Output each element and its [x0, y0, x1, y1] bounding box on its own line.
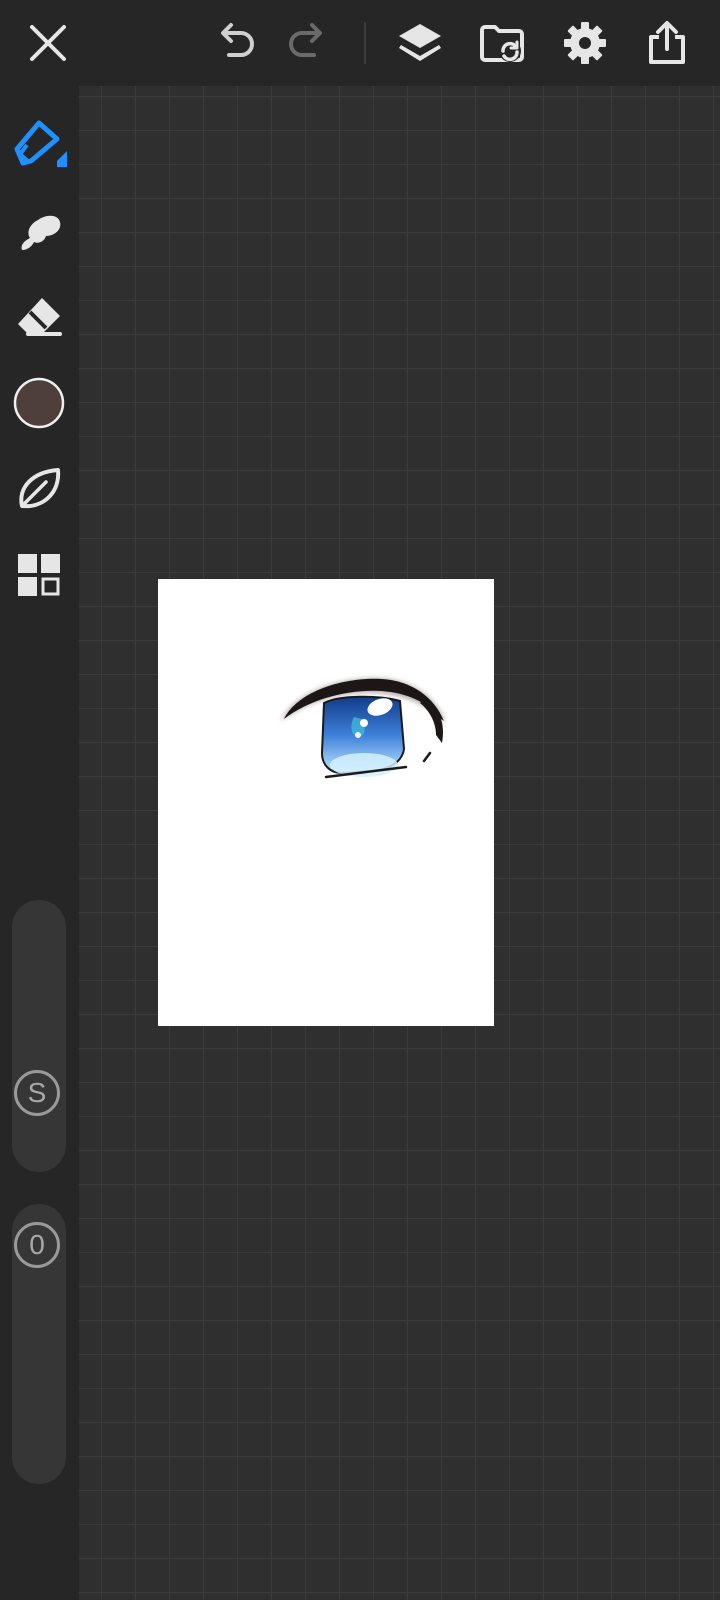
pen-nib-icon — [14, 120, 67, 167]
brush-size-label: S — [27, 1077, 47, 1108]
toolbar-divider — [364, 22, 366, 64]
eraser-tool-button[interactable] — [8, 286, 70, 348]
brush-library-button[interactable] — [8, 458, 70, 520]
share-icon — [649, 21, 685, 64]
color-swatch — [13, 377, 65, 429]
smudge-icon — [21, 215, 61, 250]
settings-button[interactable] — [555, 13, 615, 73]
brush-size-handle[interactable]: S — [14, 1070, 60, 1116]
close-button[interactable] — [18, 13, 78, 73]
redo-button[interactable] — [278, 13, 338, 73]
close-icon — [30, 25, 66, 61]
brush-opacity-label: 0 — [29, 1229, 45, 1260]
leaf-icon — [19, 468, 61, 509]
gallery-button[interactable] — [472, 13, 532, 73]
grid-icon — [18, 554, 60, 596]
eye-drawing — [281, 678, 446, 779]
brush-tool-button[interactable] — [8, 114, 70, 176]
undo-icon — [221, 23, 254, 57]
export-button[interactable] — [637, 13, 697, 73]
layers-button[interactable] — [390, 13, 450, 73]
redo-icon — [289, 23, 322, 57]
layers-icon — [399, 24, 441, 61]
eraser-icon — [18, 298, 62, 336]
top-toolbar — [0, 0, 720, 86]
more-tools-button[interactable] — [8, 544, 70, 606]
tool-sidebar: S 0 — [0, 86, 79, 1600]
brush-opacity-handle[interactable]: 0 — [14, 1222, 60, 1268]
drawing-canvas[interactable] — [158, 579, 494, 1026]
folder-refresh-icon — [480, 25, 524, 62]
color-picker-button[interactable] — [8, 372, 70, 434]
gear-icon — [564, 22, 606, 64]
smudge-tool-button[interactable] — [8, 200, 70, 262]
brush-size-slider[interactable] — [12, 900, 66, 1172]
undo-button[interactable] — [205, 13, 265, 73]
